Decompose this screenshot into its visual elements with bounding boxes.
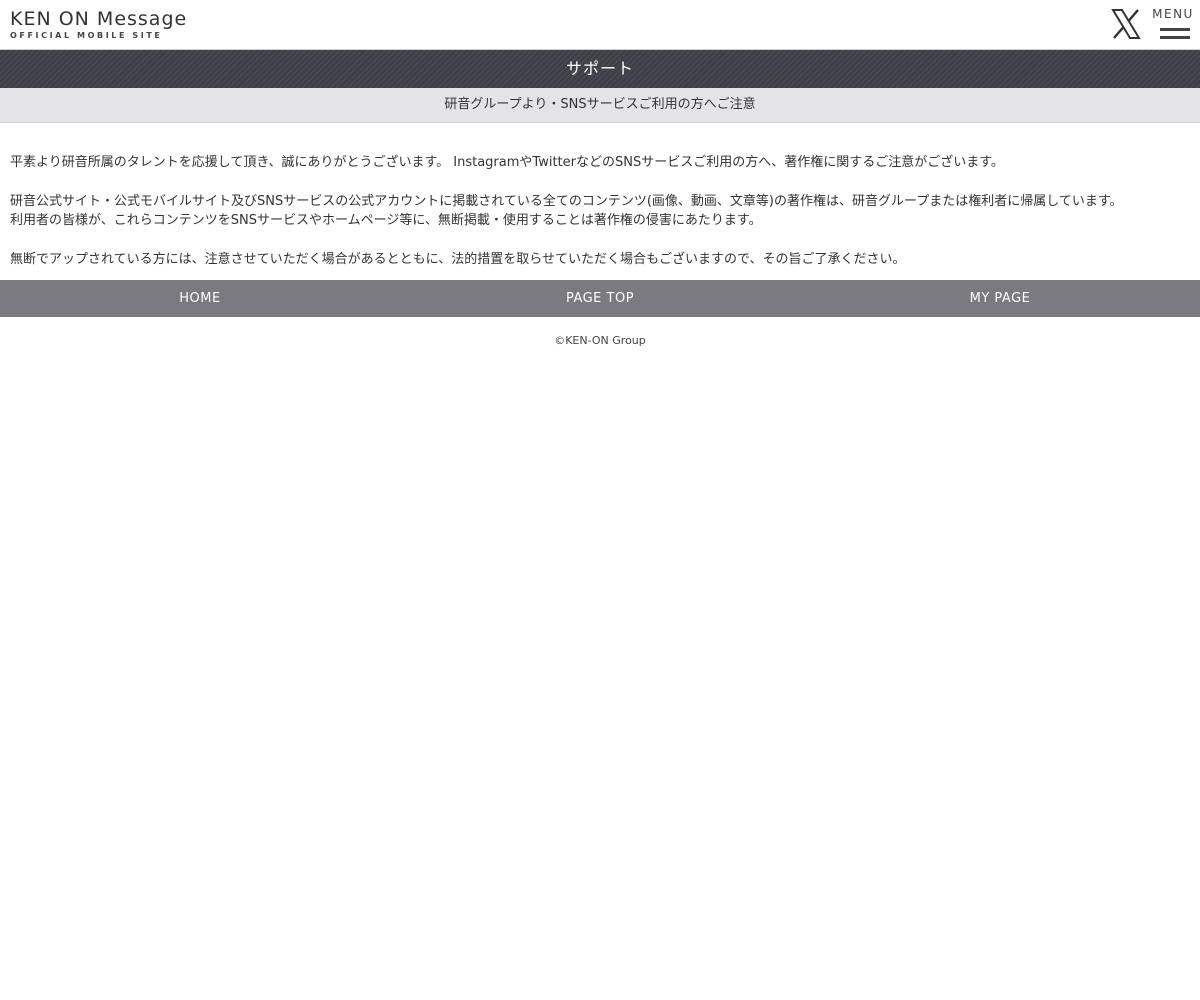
site-header: KEN ON Message OFFICIAL MOBILE SITE MENU: [0, 0, 1200, 50]
notice-text-1: 平素より研音所属のタレントを応援して頂き、誠にありがとうございます。 Insta…: [10, 155, 1004, 170]
footer-nav: HOME PAGE TOP MY PAGE: [0, 280, 1200, 317]
logo-title: KEN ON Message: [10, 8, 188, 30]
page-title: サポート: [565, 59, 634, 78]
site-logo[interactable]: KEN ON Message OFFICIAL MOBILE SITE: [10, 9, 187, 41]
page-subtitle-bar: 研音グループより・SNSサービスご利用の方へご注意: [0, 88, 1200, 123]
menu-label: MENU: [1152, 7, 1194, 21]
menu-button[interactable]: MENU: [1152, 6, 1194, 42]
footer-page-top-link[interactable]: PAGE TOP: [400, 280, 800, 317]
footer-home-link[interactable]: HOME: [0, 280, 400, 317]
notice-content: 平素より研音所属のタレントを応援して頂き、誠にありがとうございます。 Insta…: [0, 123, 1200, 279]
notice-text-2a: 研音公式サイト・公式モバイルサイト及びSNSサービスの公式アカウントに掲載されて…: [10, 194, 1123, 209]
notice-text-3: 無断でアップされている方には、注意させていただく場合があるとともに、法的措置を取…: [10, 252, 906, 267]
page-subtitle: 研音グループより・SNSサービスご利用の方へご注意: [444, 97, 756, 112]
notice-paragraph: 研音公式サイト・公式モバイルサイト及びSNSサービスの公式アカウントに掲載されて…: [10, 192, 1190, 230]
notice-text-2b: 利用者の皆様が、これらコンテンツをSNSサービスやホームページ等に、無断掲載・使…: [10, 213, 762, 228]
hamburger-menu-icon: [1160, 28, 1190, 44]
x-link[interactable]: [1110, 8, 1142, 40]
x-logo-icon: [1111, 9, 1141, 39]
notice-paragraph: 無断でアップされている方には、注意させていただく場合があるとともに、法的措置を取…: [10, 250, 1190, 269]
footer-my-page-link[interactable]: MY PAGE: [800, 280, 1200, 317]
notice-paragraph: 平素より研音所属のタレントを応援して頂き、誠にありがとうございます。 Insta…: [10, 153, 1190, 172]
page-title-bar: サポート: [0, 50, 1200, 88]
logo-subtitle: OFFICIAL MOBILE SITE: [10, 31, 163, 40]
copyright: ©KEN-ON Group: [554, 334, 646, 347]
